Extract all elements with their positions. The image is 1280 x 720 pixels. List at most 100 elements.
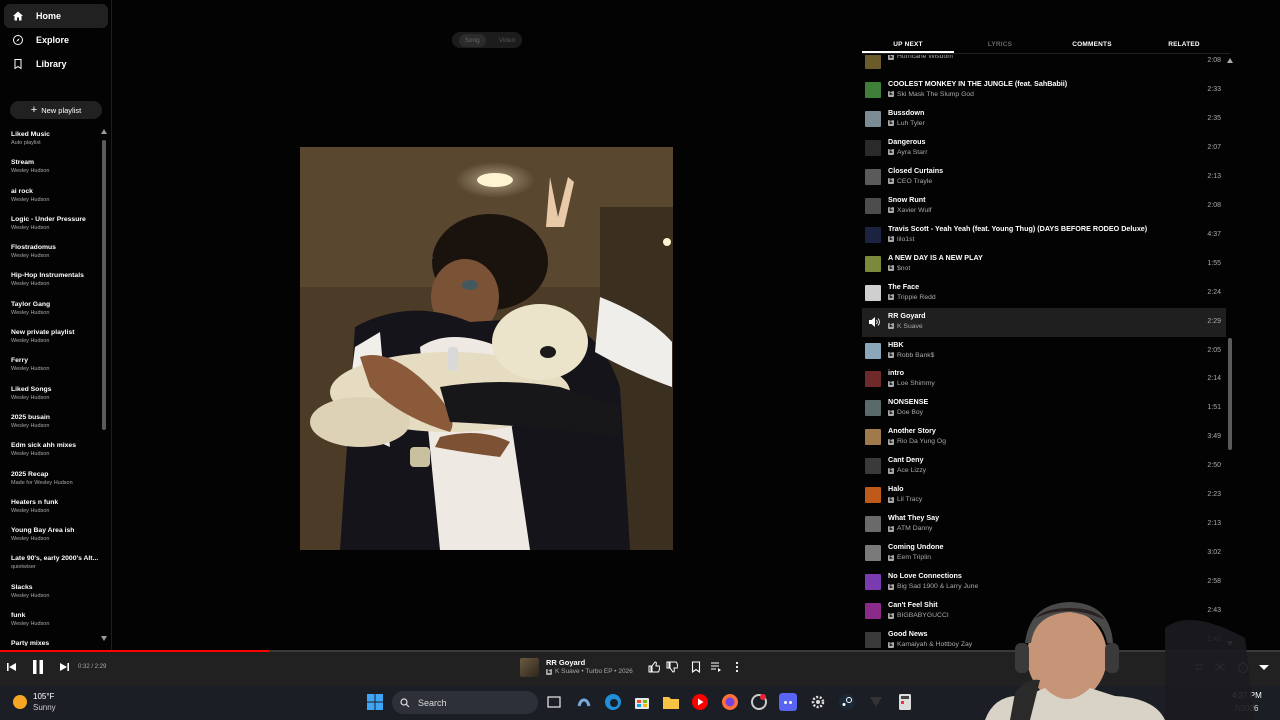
queue-artist[interactable]: ATM Danny bbox=[897, 525, 932, 532]
queue-artist[interactable]: Luh Tyler bbox=[897, 120, 925, 127]
save-to-library-icon[interactable] bbox=[690, 661, 702, 673]
dislike-icon[interactable] bbox=[666, 661, 678, 673]
more-options-icon[interactable] bbox=[731, 661, 743, 673]
add-to-queue-icon[interactable] bbox=[710, 661, 722, 673]
queue-artist[interactable]: Trippie Redd bbox=[897, 294, 936, 301]
queue-scroll-up-icon[interactable] bbox=[1227, 58, 1233, 63]
queue-row[interactable]: A NEW DAY IS A NEW PLAY E $not 1:55 bbox=[862, 250, 1226, 279]
queue-row[interactable]: Halo E Lil Tracy 2:23 bbox=[862, 481, 1226, 510]
queue-thumbnail[interactable] bbox=[865, 197, 881, 214]
queue-row[interactable]: NONSENSE E Doe Boy 1:51 bbox=[862, 394, 1226, 423]
tab-lyrics[interactable]: LYRICS bbox=[954, 36, 1046, 53]
queue-thumbnail[interactable] bbox=[865, 458, 881, 475]
tab-up-next[interactable]: UP NEXT bbox=[862, 36, 954, 53]
now-playing-thumbnail[interactable] bbox=[520, 658, 539, 677]
queue-thumbnail[interactable] bbox=[865, 487, 881, 504]
playlist-item[interactable]: Slacks Wesley Hudson bbox=[11, 581, 101, 609]
queue-artist[interactable]: Rio Da Yung Og bbox=[897, 438, 946, 445]
playlist-item[interactable]: New private playlist Wesley Hudson bbox=[11, 326, 101, 354]
queue-artist[interactable]: Ace Lizzy bbox=[897, 467, 926, 474]
tab-comments[interactable]: COMMENTS bbox=[1046, 36, 1138, 53]
playlist-item[interactable]: Taylor Gang Wesley Hudson bbox=[11, 298, 101, 326]
queue-row[interactable]: HBK E Robb Bank$ 2:05 bbox=[862, 337, 1226, 366]
queue-row[interactable]: Closed Curtains E CEO Trayle 2:13 bbox=[862, 163, 1226, 192]
sidebar-scrollbar[interactable] bbox=[102, 140, 106, 430]
tab-related[interactable]: RELATED bbox=[1138, 36, 1230, 53]
queue-artist[interactable]: Lil Tracy bbox=[897, 496, 922, 503]
playlist-item[interactable]: Edm sick ahh mixes Wesley Hudson bbox=[11, 439, 101, 467]
pause-button[interactable] bbox=[30, 658, 46, 676]
playlist-item[interactable]: Logic - Under Pressure Wesley Hudson bbox=[11, 213, 101, 241]
queue-artist[interactable]: lilo1st bbox=[897, 236, 914, 243]
queue-row[interactable]: Travis Scott - Yeah Yeah (feat. Young Th… bbox=[862, 221, 1226, 250]
playlist-item[interactable]: funk Wesley Hudson bbox=[11, 609, 101, 637]
queue-thumbnail[interactable] bbox=[865, 226, 881, 243]
scroll-up-icon[interactable] bbox=[101, 129, 107, 134]
task-view-icon[interactable] bbox=[545, 693, 563, 711]
queue-artist[interactable]: BIGBABYGUCCI bbox=[897, 612, 949, 619]
playlist-item[interactable]: ai rock Wesley Hudson bbox=[11, 185, 101, 213]
queue-row[interactable]: Another Story E Rio Da Yung Og 3:49 bbox=[862, 423, 1226, 452]
settings-gear-icon[interactable] bbox=[809, 693, 827, 711]
queue-row[interactable]: The Face E Trippie Redd 2:24 bbox=[862, 279, 1226, 308]
queue-artist[interactable]: Big Sad 1900 & Larry June bbox=[897, 583, 978, 590]
app-icon[interactable] bbox=[867, 693, 885, 711]
scroll-down-icon[interactable] bbox=[101, 636, 107, 641]
queue-row[interactable]: E Hurricane Wisdom 2:08 bbox=[862, 55, 1226, 76]
queue-artist[interactable]: CEO Trayle bbox=[897, 178, 932, 185]
queue-thumbnail[interactable] bbox=[865, 139, 881, 156]
nav-explore[interactable]: Explore bbox=[4, 28, 108, 52]
nav-library[interactable]: Library bbox=[4, 52, 108, 76]
queue-row[interactable]: intro E Loe Shimmy 2:14 bbox=[862, 365, 1226, 394]
queue-artist[interactable]: Hurricane Wisdom bbox=[897, 55, 953, 60]
queue-artist[interactable]: K Suave bbox=[897, 323, 923, 330]
calculator-icon[interactable] bbox=[896, 693, 914, 711]
queue-thumbnail[interactable] bbox=[865, 255, 881, 272]
playlist-item[interactable]: Young Bay Area ish Wesley Hudson bbox=[11, 524, 101, 552]
queue-row[interactable]: Dangerous E Ayra Starr 2:07 bbox=[862, 134, 1226, 163]
queue-thumbnail[interactable] bbox=[865, 81, 881, 98]
queue-thumbnail[interactable] bbox=[865, 110, 881, 127]
queue-thumbnail[interactable] bbox=[865, 284, 881, 301]
song-video-toggle[interactable]: Song Video bbox=[452, 32, 522, 48]
weather-condition[interactable]: Sunny bbox=[33, 703, 56, 712]
queue-thumbnail[interactable] bbox=[865, 371, 881, 388]
video-toggle-option[interactable]: Video bbox=[499, 37, 516, 44]
queue-artist[interactable]: $not bbox=[897, 265, 910, 272]
queue-thumbnail[interactable] bbox=[865, 400, 881, 417]
queue-thumbnail[interactable] bbox=[865, 516, 881, 533]
queue-thumbnail[interactable] bbox=[865, 574, 881, 591]
copilot-icon[interactable] bbox=[575, 693, 593, 711]
playlist-item[interactable]: 2025 busain Wesley Hudson bbox=[11, 411, 101, 439]
next-button[interactable] bbox=[57, 660, 71, 674]
queue-row[interactable]: Snow Runt E Xavier Wulf 2:08 bbox=[862, 192, 1226, 221]
queue-row[interactable]: Cant Deny E Ace Lizzy 2:50 bbox=[862, 452, 1226, 481]
queue-thumbnail[interactable] bbox=[865, 55, 881, 69]
queue-artist[interactable]: Kamaiyah & Hottboy Zay bbox=[897, 641, 972, 648]
playlist-item[interactable]: 2025 Recap Made for Wesley Hudson bbox=[11, 468, 101, 496]
taskbar-search[interactable]: Search bbox=[392, 691, 538, 714]
new-playlist-button[interactable]: + New playlist bbox=[10, 101, 102, 119]
queue-artist[interactable]: Ayra Starr bbox=[897, 149, 927, 156]
playlist-item[interactable]: Ferry Wesley Hudson bbox=[11, 354, 101, 382]
now-playing-meta[interactable]: K Suave • Turbo EP • 2026 bbox=[555, 668, 633, 675]
queue-artist[interactable]: Eem Triplin bbox=[897, 554, 931, 561]
playlist-item[interactable]: Hip-Hop Instrumentals Wesley Hudson bbox=[11, 269, 101, 297]
queue-scrollbar[interactable] bbox=[1228, 338, 1232, 450]
now-playing-title[interactable]: RR Goyard bbox=[546, 658, 585, 667]
queue-row[interactable]: RR Goyard E K Suave 2:29 bbox=[862, 307, 1226, 337]
queue-row[interactable]: No Love Connections E Big Sad 1900 & Larry… bbox=[862, 568, 1226, 597]
like-icon[interactable] bbox=[648, 661, 660, 673]
song-toggle-option[interactable]: Song bbox=[458, 33, 486, 47]
queue-artist[interactable]: Xavier Wulf bbox=[897, 207, 932, 214]
steam-icon[interactable] bbox=[838, 693, 856, 711]
firefox-icon[interactable] bbox=[721, 693, 739, 711]
sun-icon[interactable] bbox=[13, 695, 27, 709]
queue-row[interactable]: Coming Undone E Eem Triplin 3:02 bbox=[862, 539, 1226, 568]
weather-temperature[interactable]: 105°F bbox=[33, 692, 54, 701]
playlist-item[interactable]: Flostradomus Wesley Hudson bbox=[11, 241, 101, 269]
playlist-item[interactable]: Stream Wesley Hudson bbox=[11, 156, 101, 184]
queue-artist[interactable]: Doe Boy bbox=[897, 409, 923, 416]
queue-row[interactable]: Bussdown E Luh Tyler 2:35 bbox=[862, 105, 1226, 134]
queue-row[interactable]: What They Say E ATM Danny 2:13 bbox=[862, 510, 1226, 539]
